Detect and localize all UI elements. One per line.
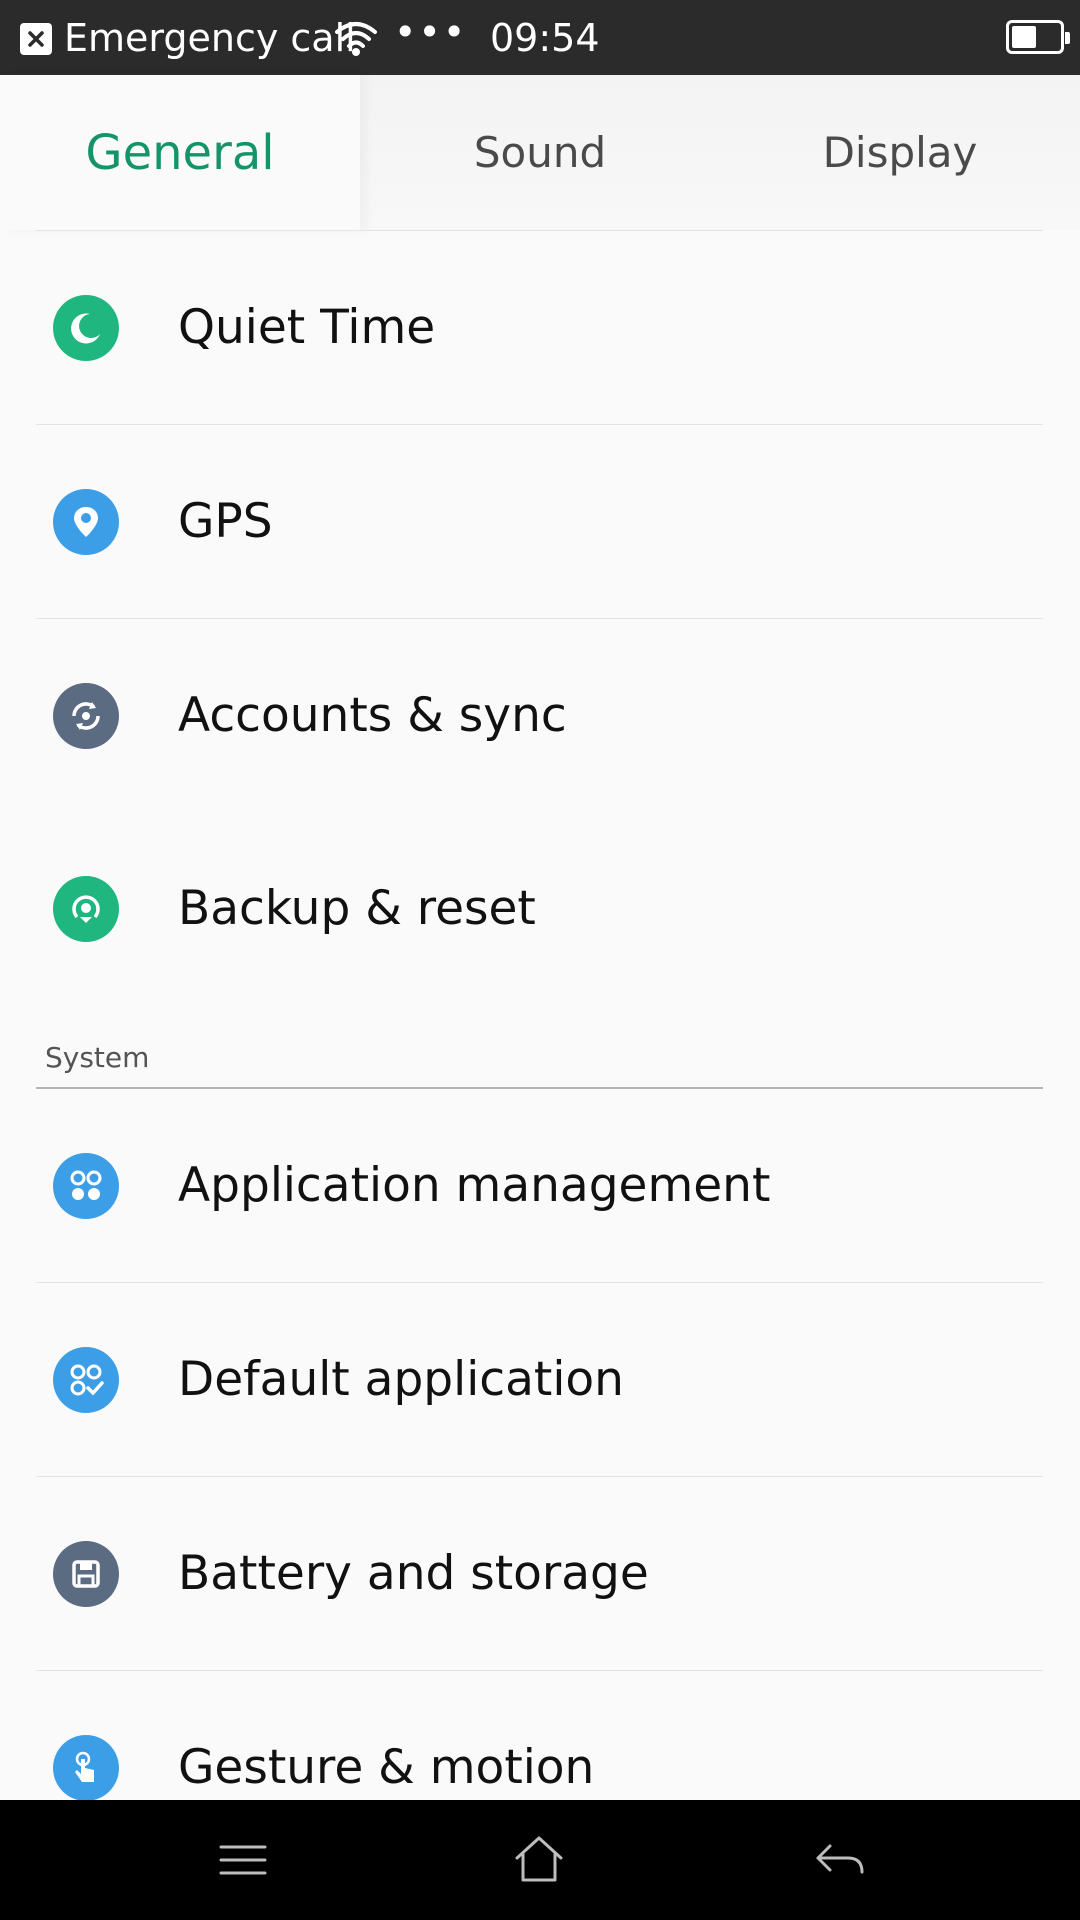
storage-icon <box>53 1540 119 1607</box>
apps-icon <box>53 1152 119 1219</box>
list-item-label: Quiet Time <box>178 300 436 355</box>
list-item-gps[interactable]: GPS <box>0 425 1080 618</box>
section-header-system: System <box>0 1005 1080 1087</box>
list-item-label: Default application <box>178 1352 624 1407</box>
back-icon[interactable] <box>812 1832 868 1893</box>
list-item-label: GPS <box>178 494 273 549</box>
tab-sound[interactable]: Sound <box>360 75 720 230</box>
list-item-label: Battery and storage <box>178 1546 649 1601</box>
list-item-default-application[interactable]: Default application <box>0 1283 1080 1476</box>
backup-icon <box>53 875 119 942</box>
carrier-text: Emergency call <box>64 16 356 60</box>
list-item-label: Gesture & motion <box>178 1740 595 1795</box>
settings-list: Quiet Time GPS Accounts & sync Backup & … <box>0 230 1080 1864</box>
sim-missing-icon <box>20 23 52 55</box>
tab-display[interactable]: Display <box>720 75 1080 230</box>
list-item-label: Accounts & sync <box>178 688 567 743</box>
list-item-backup-reset[interactable]: Backup & reset <box>0 812 1080 1005</box>
wifi-icon <box>334 18 378 63</box>
list-item-application-management[interactable]: Application management <box>0 1089 1080 1282</box>
menu-icon[interactable] <box>215 1832 271 1893</box>
clock: 09:54 <box>490 16 600 60</box>
more-notifications-dots: ••• <box>394 10 468 54</box>
status-bar: Emergency call ••• 09:54 <box>0 0 1080 75</box>
home-icon[interactable] <box>511 1832 567 1893</box>
list-item-label: Application management <box>178 1158 771 1213</box>
list-item-battery-storage[interactable]: Battery and storage <box>0 1477 1080 1670</box>
battery-icon <box>1006 20 1070 54</box>
navigation-bar <box>0 1800 1080 1920</box>
section-title: System <box>45 1041 150 1074</box>
gesture-icon <box>53 1734 119 1801</box>
list-item-accounts-sync[interactable]: Accounts & sync <box>0 619 1080 812</box>
location-pin-icon <box>53 488 119 555</box>
settings-tabs: General Sound Display <box>0 75 1080 230</box>
tab-general[interactable]: General <box>0 75 360 230</box>
list-item-quiet-time[interactable]: Quiet Time <box>0 231 1080 424</box>
default-apps-icon <box>53 1346 119 1413</box>
sync-icon <box>53 682 119 749</box>
moon-icon <box>53 294 119 361</box>
list-item-label: Backup & reset <box>178 881 536 936</box>
